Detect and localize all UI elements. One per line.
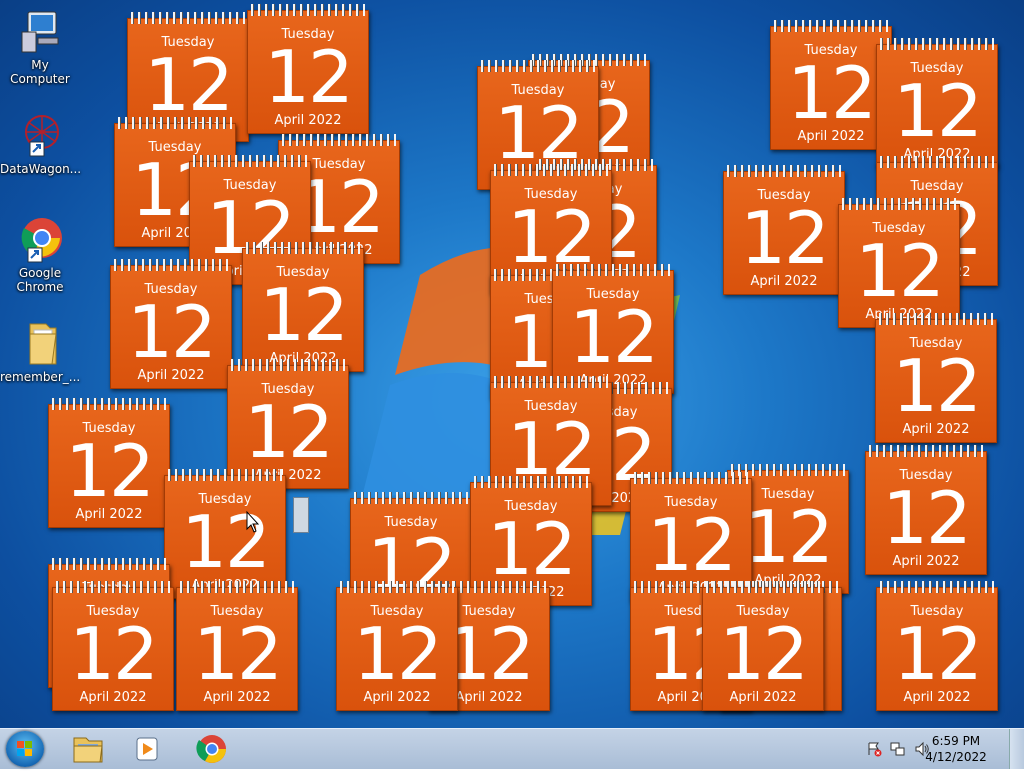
desktop-icon-chrome[interactable]: Google Chrome [0, 216, 80, 294]
clock-time: 6:59 PM [931, 734, 981, 748]
desktop-icon-label: Google Chrome [16, 266, 64, 294]
windows-flag-icon [17, 741, 32, 756]
calendar-day-number: 12 [787, 51, 877, 135]
calendar-gadget[interactable]: Tuesday12April 2022 [876, 38, 998, 168]
calendar-day-number: 12 [892, 344, 982, 428]
calendar-day-number: 12 [353, 612, 443, 696]
gadget-toolbar[interactable] [293, 497, 309, 533]
calendar-gadget[interactable]: Tuesday12April 2022 [48, 398, 170, 528]
calendar-day-number: 12 [507, 407, 597, 491]
network-icon[interactable] [890, 741, 906, 757]
calendar-gadget[interactable]: Tuesday12April 2022 [875, 313, 997, 443]
system-clock[interactable]: 6:59 PM 4/12/2022 [916, 733, 996, 765]
network-shortcut-icon [16, 112, 64, 160]
calendar-gadget[interactable]: Tuesday12April 2022 [52, 581, 174, 711]
calendar-day-number: 12 [719, 612, 809, 696]
desktop-icon-my-computer[interactable]: My Computer [0, 8, 80, 86]
calendar-gadget[interactable]: Tuesday12April 2022 [110, 259, 232, 389]
taskbar-explorer-button[interactable] [66, 732, 110, 766]
calendar-day-number: 12 [507, 195, 597, 279]
desktop-icon-label: My Computer [10, 58, 70, 86]
calendar-day-number: 12 [69, 612, 159, 696]
chrome-icon [16, 216, 64, 264]
calendar-day-number: 12 [65, 429, 155, 513]
folder-icon [16, 320, 64, 368]
calendar-day-number: 12 [494, 91, 584, 175]
show-desktop-button[interactable] [1009, 729, 1024, 769]
taskbar: 6:59 PM 4/12/2022 [0, 728, 1024, 769]
calendar-day-number: 12 [569, 295, 659, 379]
calendar-gadget[interactable]: Tuesday12April 2022 [702, 581, 824, 711]
calendar-day-number: 12 [740, 196, 830, 280]
calendar-day-number: 12 [487, 507, 577, 591]
calendar-day-number: 12 [647, 503, 737, 587]
desktop[interactable]: My Computer DataWagon... Google Chrome r… [0, 0, 1024, 728]
calendar-gadget[interactable]: Tuesday12April 2022 [865, 445, 987, 575]
calendar-gadget[interactable]: Tuesday12April 2022 [336, 581, 458, 711]
calendar-gadget[interactable]: Tuesday12April 2022 [876, 581, 998, 711]
start-button[interactable] [6, 731, 44, 767]
folder-icon [73, 737, 103, 763]
calendar-day-number: 12 [193, 612, 283, 696]
calendar-day-number: 12 [893, 69, 983, 153]
calendar-day-number: 12 [244, 390, 334, 474]
desktop-icon-remember-folder[interactable]: remember_... [0, 320, 80, 384]
taskbar-chrome-button[interactable] [190, 732, 234, 766]
mouse-cursor-icon [246, 510, 260, 533]
calendar-gadget[interactable]: Tuesday12April 2022 [247, 4, 369, 134]
calendar-gadget[interactable]: Tuesday12April 2022 [770, 20, 892, 150]
calendar-day-number: 12 [893, 612, 983, 696]
calendar-day-number: 12 [181, 500, 271, 584]
media-player-icon [136, 737, 158, 761]
action-center-icon[interactable] [866, 741, 882, 757]
calendar-gadget[interactable]: Tuesday12April 2022 [176, 581, 298, 711]
calendar-day-number: 12 [882, 476, 972, 560]
computer-icon [16, 8, 64, 56]
calendar-gadget[interactable]: Tuesday12April 2022 [723, 165, 845, 295]
calendar-day-number: 12 [127, 290, 217, 374]
calendar-gadget[interactable]: Tuesday12April 2022 [838, 198, 960, 328]
calendar-gadget[interactable]: Tuesday12April 2022 [242, 242, 364, 372]
clock-date: 4/12/2022 [925, 750, 987, 764]
desktop-icon-label: remember_... [0, 370, 81, 384]
calendar-day-number: 12 [144, 43, 234, 127]
taskbar-media-player-button[interactable] [126, 732, 170, 766]
desktop-icon-label: DataWagon... [0, 162, 82, 176]
calendar-day-number: 12 [264, 35, 354, 119]
desktop-icon-datawagon[interactable]: DataWagon... [0, 112, 82, 176]
chrome-icon [196, 735, 226, 763]
calendar-day-number: 12 [259, 273, 349, 357]
calendar-day-number: 12 [855, 229, 945, 313]
